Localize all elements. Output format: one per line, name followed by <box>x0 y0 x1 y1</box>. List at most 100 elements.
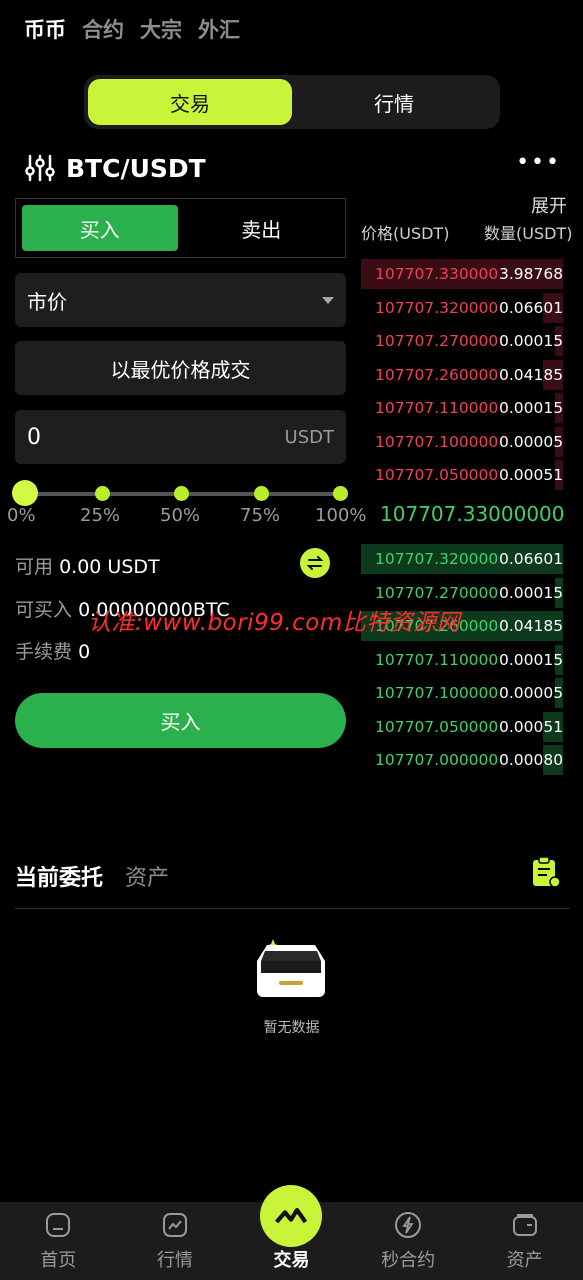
buy-submit-button[interactable]: 买入 <box>15 693 346 748</box>
ask-row[interactable]: 107707.260000 0.04185 <box>361 359 564 390</box>
pair-name: BTC/USDT <box>66 153 206 183</box>
ask-row[interactable]: 107707.050000 0.00051 <box>361 460 563 490</box>
tab-current-orders[interactable]: 当前委托 <box>15 860 103 892</box>
bid-qty: 0.00051 <box>499 717 564 736</box>
ask-row[interactable]: 107707.330000 3.98768 <box>361 259 563 289</box>
nav-label: 交易 <box>273 1250 310 1271</box>
ask-qty: 0.00015 <box>499 399 564 417</box>
bid-price: 107707.050000 <box>375 717 499 736</box>
nav-home[interactable]: 首页 <box>0 1202 117 1280</box>
filter-sliders-icon <box>25 154 55 182</box>
last-price: 107707.33000000 <box>380 502 565 526</box>
watermark-text: 认准:www.bori99.com比特资源网 <box>88 610 461 636</box>
top-tabs: 币币 合约 大宗 外汇 <box>24 14 240 44</box>
ask-qty: 3.98768 <box>499 265 564 283</box>
tab-bulk[interactable]: 大宗 <box>140 14 182 44</box>
bid-row[interactable]: 107707.110000 0.00015 <box>361 644 564 675</box>
tab-spot[interactable]: 币币 <box>24 14 66 44</box>
slider-label: 100% <box>315 505 367 526</box>
available-value: 0.00 USDT <box>59 556 160 578</box>
sell-tab[interactable]: 卖出 <box>184 205 340 251</box>
amount-unit: USDT <box>284 426 334 448</box>
lightning-icon <box>395 1212 422 1238</box>
amount-slider[interactable] <box>12 480 348 506</box>
slider-label: 25% <box>80 505 121 526</box>
ask-qty: 0.00015 <box>499 332 564 350</box>
tab-contract[interactable]: 合约 <box>82 14 124 44</box>
fee-value: 0 <box>78 641 91 663</box>
slider-stop-50[interactable] <box>174 486 189 501</box>
trade-market-toggle: 交易 行情 <box>84 75 500 129</box>
nav-label: 首页 <box>40 1250 77 1271</box>
transfer-icon[interactable] <box>300 548 330 578</box>
fee-label: 手续费 <box>15 641 73 663</box>
bottom-nav: 首页 行情 交易 秒合约 资产 <box>0 1185 583 1280</box>
orders-tabs: 当前委托 资产 <box>15 860 169 892</box>
slider-stop-75[interactable] <box>253 486 269 501</box>
ask-price: 107707.100000 <box>375 432 499 451</box>
nav-second-contract[interactable]: 秒合约 <box>350 1202 467 1280</box>
bid-price: 107707.320000 <box>375 550 499 568</box>
tab-forex[interactable]: 外汇 <box>198 14 240 44</box>
max-buy-label: 可买入 <box>15 599 73 621</box>
available-row: 可用 0.00 USDT <box>15 552 160 579</box>
bid-row[interactable]: 107707.050000 0.00051 <box>361 711 564 742</box>
pair-selector[interactable]: BTC/USDT <box>24 152 206 184</box>
ask-price: 107707.330000 <box>375 265 499 283</box>
order-type-value: 市价 <box>27 289 67 314</box>
empty-state-text: 暂无数据 <box>263 1020 320 1036</box>
ask-qty: 0.04185 <box>499 365 564 384</box>
tab-assets[interactable]: 资产 <box>125 860 169 892</box>
ask-qty: 0.00051 <box>499 466 564 484</box>
order-history-icon[interactable] <box>530 855 562 889</box>
bid-qty: 0.00080 <box>499 751 564 769</box>
buy-tab[interactable]: 买入 <box>22 205 178 251</box>
home-icon <box>46 1213 71 1237</box>
nav-trade[interactable]: 交易 <box>233 1185 350 1280</box>
ask-row[interactable]: 107707.100000 0.00005 <box>361 426 563 457</box>
ask-row[interactable]: 107707.320000 0.06601 <box>361 292 564 323</box>
bid-qty: 0.00015 <box>499 583 564 602</box>
slider-stop-100[interactable] <box>333 486 348 501</box>
dropdown-caret-icon <box>322 296 334 304</box>
nav-label: 资产 <box>506 1250 543 1271</box>
bid-row[interactable]: 107707.100000 0.00005 <box>361 678 563 708</box>
trade-icon <box>275 1207 308 1224</box>
ask-row[interactable]: 107707.110000 0.00015 <box>361 393 563 423</box>
bid-price: 107707.270000 <box>375 583 499 602</box>
bid-price: 107707.100000 <box>375 684 499 702</box>
bid-row[interactable]: 107707.000000 0.00080 <box>361 745 563 775</box>
nav-label: 秒合约 <box>381 1250 436 1271</box>
chart-icon <box>162 1213 187 1237</box>
ask-price: 107707.050000 <box>375 466 499 484</box>
trade-fab[interactable] <box>260 1185 323 1247</box>
amount-input[interactable]: 0 USDT <box>15 410 346 464</box>
slider-label: 50% <box>160 505 201 526</box>
ask-price: 107707.320000 <box>375 298 499 317</box>
available-label: 可用 <box>15 556 54 578</box>
amount-value: 0 <box>27 424 41 450</box>
more-options-icon[interactable]: ••• <box>516 150 561 175</box>
ask-price: 107707.260000 <box>375 365 499 384</box>
bid-row[interactable]: 107707.320000 0.06601 <box>361 544 563 574</box>
bid-qty: 0.04185 <box>499 617 564 635</box>
slider-handle[interactable] <box>12 480 38 506</box>
slider-label: 75% <box>240 505 281 526</box>
segment-trade[interactable]: 交易 <box>88 79 292 125</box>
ask-row[interactable]: 107707.270000 0.00015 <box>361 326 563 356</box>
nav-label: 行情 <box>156 1250 193 1271</box>
ask-qty: 0.06601 <box>499 298 564 317</box>
slider-stop-25[interactable] <box>94 486 110 501</box>
best-price-label: 以最优价格成交 <box>110 357 251 382</box>
order-type-select[interactable]: 市价 <box>15 273 346 327</box>
wallet-icon <box>512 1214 537 1236</box>
expand-button[interactable]: 展开 <box>531 192 567 218</box>
best-price-field: 以最优价格成交 <box>15 341 346 395</box>
bid-qty: 0.00015 <box>499 650 564 669</box>
nav-market[interactable]: 行情 <box>117 1202 234 1280</box>
fee-row: 手续费 0 <box>15 637 90 664</box>
section-divider <box>15 908 570 909</box>
bid-qty: 0.00005 <box>499 684 564 702</box>
nav-assets[interactable]: 资产 <box>466 1202 583 1280</box>
segment-market[interactable]: 行情 <box>292 79 496 125</box>
